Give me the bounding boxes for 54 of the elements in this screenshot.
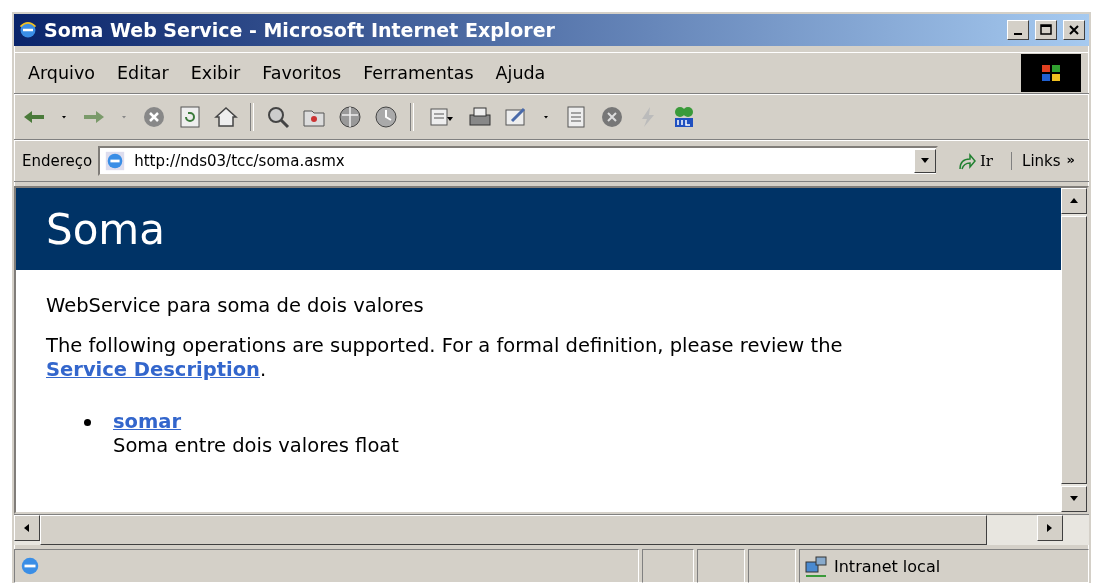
address-label: Endereço — [22, 152, 93, 170]
menu-item[interactable]: Ajuda — [489, 61, 552, 85]
caret-icon — [919, 157, 930, 165]
scroll-down-button[interactable] — [1061, 486, 1087, 512]
operation-link[interactable]: somar — [113, 410, 182, 433]
status-pane — [642, 549, 694, 583]
links-button[interactable]: Links » — [1011, 152, 1081, 170]
page-heading: Soma — [46, 204, 165, 254]
scroll-left-button[interactable] — [14, 515, 40, 541]
service-description-text: WebService para soma de dois valores — [46, 294, 425, 318]
clock-icon[interactable] — [374, 105, 398, 129]
go-button[interactable]: Ir — [943, 151, 1006, 171]
scroll-up-button[interactable] — [1061, 188, 1087, 214]
menu-item[interactable]: Editar — [111, 61, 175, 85]
document-icon[interactable] — [564, 105, 588, 129]
menu-item[interactable]: Ferramentas — [357, 61, 480, 85]
maximize-icon — [1040, 24, 1052, 36]
browser-logo-icon[interactable] — [18, 20, 38, 40]
address-field[interactable]: http://nds03/tcc/soma.asmx — [98, 146, 938, 176]
stop-icon[interactable] — [142, 105, 166, 129]
menu-item[interactable]: Exibir — [184, 61, 247, 85]
status-pane — [697, 549, 745, 583]
globe-icon[interactable] — [338, 105, 362, 129]
up-arrow-icon — [1069, 197, 1079, 205]
window-title: Soma Web Service - Microsoft Internet Explorer — [44, 19, 556, 41]
menu-item[interactable]: Favoritos — [256, 61, 348, 85]
close-button[interactable] — [1063, 20, 1085, 40]
refresh-icon[interactable] — [178, 105, 202, 129]
scroll-right-button[interactable] — [1037, 515, 1063, 541]
search-icon[interactable] — [266, 105, 290, 129]
vertical-scrollbar[interactable] — [1061, 188, 1087, 512]
minimize-button[interactable] — [1007, 20, 1029, 40]
close-icon — [1068, 24, 1080, 36]
right-arrow-icon — [1046, 523, 1054, 533]
dropdown-button[interactable] — [913, 149, 936, 173]
menu-item[interactable]: Arquivo — [22, 61, 101, 85]
left-arrow-icon — [23, 523, 31, 533]
operation-description: Soma entre dois valores float — [113, 434, 399, 458]
network-icon[interactable] — [804, 554, 828, 578]
maximize-button[interactable] — [1035, 20, 1057, 40]
bullet — [84, 419, 91, 426]
page-icon — [104, 150, 127, 172]
intro-paragraph: The following operations are supported. For a formal definition, please review the Service Description. — [46, 334, 844, 382]
windows-logo-icon — [1021, 54, 1081, 92]
edit-icon[interactable] — [504, 105, 528, 129]
home-icon[interactable] — [214, 105, 238, 129]
status-pane — [748, 549, 796, 583]
page-status-icon[interactable] — [19, 555, 41, 577]
service-description-link[interactable]: Service Description — [46, 358, 260, 381]
scroll-thumb[interactable] — [1061, 216, 1087, 484]
printer-icon[interactable] — [468, 105, 492, 129]
security-zone: Intranet local — [834, 556, 941, 576]
minimize-icon — [1014, 33, 1022, 35]
down-arrow-icon — [1069, 495, 1079, 503]
